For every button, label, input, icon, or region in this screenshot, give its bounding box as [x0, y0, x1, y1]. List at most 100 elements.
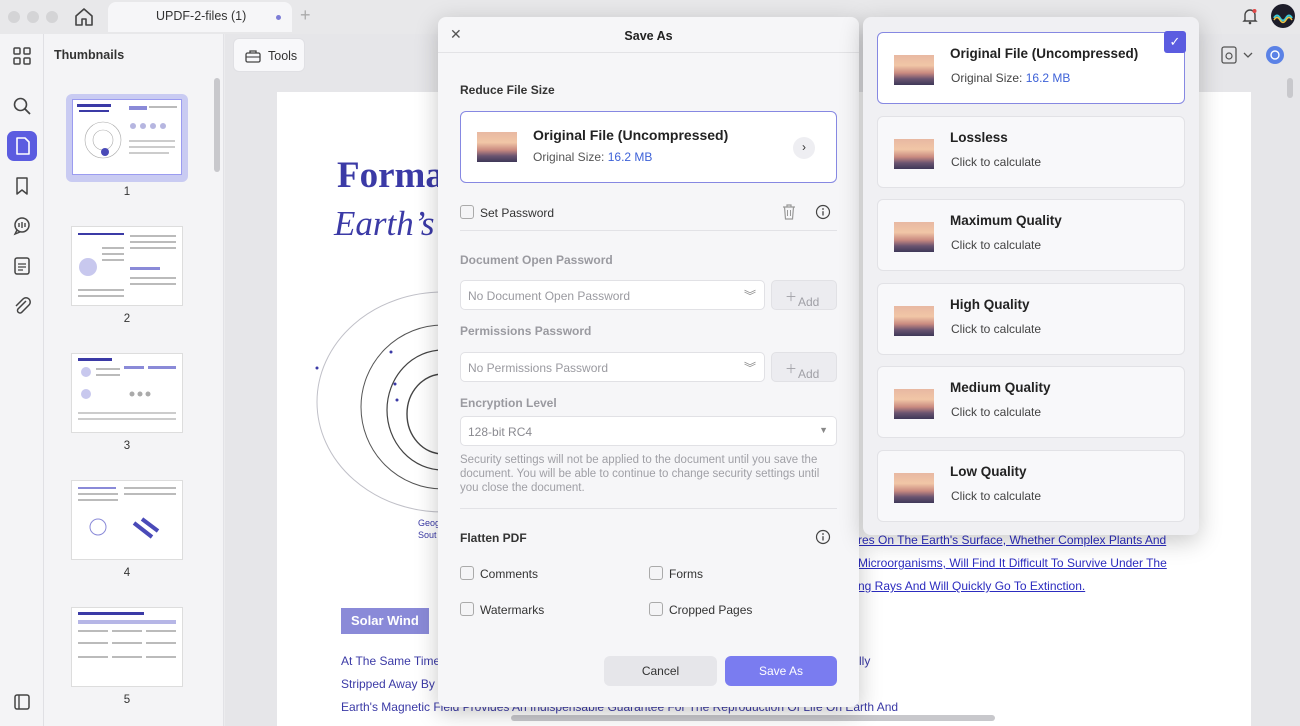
tab-title: UPDF-2-files (1)	[156, 9, 247, 23]
trash-icon[interactable]	[781, 203, 797, 221]
layers-icon[interactable]	[10, 690, 34, 714]
cancel-button[interactable]: Cancel	[604, 656, 717, 686]
tools-button[interactable]: Tools	[233, 38, 305, 72]
thumbnails-page-icon[interactable]	[7, 131, 37, 161]
quality-option-calc: Click to calculate	[951, 489, 1042, 503]
quality-option-low[interactable]: Low Quality Click to calculate	[877, 450, 1185, 522]
quality-option-size: Original Size: 16.2 MB	[951, 71, 1071, 85]
info-icon[interactable]	[815, 204, 831, 220]
save-as-button[interactable]: Save As	[725, 656, 837, 686]
permissions-password-label: Permissions Password	[460, 324, 592, 338]
watermarks-label: Watermarks	[480, 603, 545, 617]
chevron-down-icon: ︾	[743, 361, 756, 375]
diagram-label-line1: Geog	[418, 518, 441, 528]
paragraph-line1: At The Same Time,	[341, 654, 444, 668]
document-tab[interactable]: UPDF-2-files (1)	[108, 2, 292, 32]
open-password-label: Document Open Password	[460, 253, 613, 267]
home-icon[interactable]	[72, 5, 96, 29]
document-title-line1: Forma	[337, 155, 444, 196]
comments-checkbox[interactable]	[460, 566, 474, 580]
file-option-size: Original Size: 16.2 MB	[533, 150, 653, 164]
quality-option-name: Medium Quality	[950, 380, 1051, 395]
quality-option-calc: Click to calculate	[951, 155, 1042, 169]
divider	[460, 508, 837, 509]
quality-option-high[interactable]: High Quality Click to calculate	[877, 283, 1185, 355]
landscape-thumbnail-icon	[894, 222, 934, 252]
quality-option-name: Original File (Uncompressed)	[950, 46, 1139, 61]
divider	[460, 230, 837, 231]
bookmark-icon[interactable]	[10, 174, 34, 198]
new-tab-button[interactable]: +	[300, 5, 311, 26]
landscape-thumbnail-icon	[894, 306, 934, 336]
left-tool-rail	[0, 34, 44, 726]
info-icon[interactable]	[815, 529, 831, 545]
quality-option-name: Lossless	[950, 130, 1008, 145]
set-password-checkbox[interactable]	[460, 205, 474, 219]
thumbnails-scrollbar[interactable]	[214, 78, 220, 172]
quality-option-calc: Click to calculate	[951, 405, 1042, 419]
paragraph-line2: Stripped Away By F	[341, 677, 446, 691]
security-note: Security settings will not be applied to…	[460, 454, 820, 494]
landscape-thumbnail-icon	[477, 132, 517, 162]
page-number-4: 4	[123, 567, 131, 579]
flatten-pdf-label: Flatten PDF	[460, 531, 527, 545]
quality-option-calc: Click to calculate	[951, 322, 1042, 336]
thumbnails-panel: Thumbnails 1 2 3 4 5	[44, 34, 224, 726]
permissions-password-select[interactable]: No Permissions Password ︾	[460, 352, 765, 382]
document-horizontal-scrollbar[interactable]	[511, 715, 995, 721]
page-thumbnail-2[interactable]	[71, 226, 183, 306]
landscape-thumbnail-icon	[894, 55, 934, 85]
quality-option-name: Low Quality	[950, 464, 1027, 479]
set-password-label: Set Password	[480, 206, 555, 220]
chevron-right-icon[interactable]: ›	[793, 137, 815, 159]
minimize-window-button[interactable]	[27, 11, 39, 23]
page-thumbnail-4[interactable]	[71, 480, 183, 560]
encryption-level-select[interactable]: 128-bit RC4 ▼	[460, 416, 837, 446]
page-number-1: 1	[123, 186, 131, 198]
encryption-level-label: Encryption Level	[460, 396, 557, 410]
dropdown-arrow-icon: ▼	[819, 425, 828, 435]
document-info-icon[interactable]	[10, 254, 34, 278]
open-password-select[interactable]: No Document Open Password ︾	[460, 280, 765, 310]
page-thumbnail-5[interactable]	[71, 607, 183, 687]
link-line3[interactable]: ng Rays And Will Quickly Go To Extinctio…	[858, 579, 1085, 593]
quality-option-lossless[interactable]: Lossless Click to calculate	[877, 116, 1185, 188]
zoom-window-button[interactable]	[46, 11, 58, 23]
comments-icon[interactable]	[10, 214, 34, 238]
page-number-5: 5	[123, 694, 131, 706]
chevron-down-icon: ︾	[743, 289, 756, 303]
toolbox-icon	[245, 50, 261, 63]
unsaved-dot-icon	[276, 15, 281, 20]
page-number-2: 2	[123, 313, 131, 325]
save-as-dialog: ✕ Save As Reduce File Size Original File…	[438, 17, 859, 707]
document-title-line2: Earth’s	[334, 204, 435, 243]
quality-option-maximum[interactable]: Maximum Quality Click to calculate	[877, 199, 1185, 271]
forms-checkbox[interactable]	[649, 566, 663, 580]
attachment-icon[interactable]	[10, 294, 34, 318]
file-size-option-card[interactable]: Original File (Uncompressed) Original Si…	[460, 111, 837, 183]
quality-options-panel: Original File (Uncompressed) Original Si…	[863, 17, 1199, 535]
file-option-name: Original File (Uncompressed)	[533, 127, 729, 143]
quality-option-medium[interactable]: Medium Quality Click to calculate	[877, 366, 1185, 438]
add-permissions-password-button[interactable]: ＋ Add	[771, 352, 837, 382]
link-line1[interactable]: res On The Earth's Surface, Whether Comp…	[858, 533, 1166, 547]
quality-option-name: Maximum Quality	[950, 213, 1062, 228]
document-vertical-scrollbar[interactable]	[1287, 78, 1293, 98]
page-thumbnail-1[interactable]	[66, 94, 188, 182]
watermarks-checkbox[interactable]	[460, 602, 474, 616]
user-avatar[interactable]	[1271, 4, 1295, 28]
quality-option-original[interactable]: Original File (Uncompressed) Original Si…	[877, 31, 1186, 104]
page-thumbnail-3[interactable]	[71, 353, 183, 433]
close-window-button[interactable]	[8, 11, 20, 23]
right-toolbar	[1220, 44, 1290, 66]
search-icon[interactable]	[10, 94, 34, 118]
forms-label: Forms	[669, 567, 703, 581]
cropped-pages-checkbox[interactable]	[649, 602, 663, 616]
notification-bell-icon[interactable]	[1240, 6, 1260, 26]
diagram-label-line2: Sout	[418, 530, 437, 540]
add-open-password-button[interactable]: ＋ Add	[771, 280, 837, 310]
page-number-3: 3	[123, 440, 131, 452]
solar-wind-badge: Solar Wind	[341, 608, 429, 634]
grid-view-icon[interactable]	[10, 44, 34, 68]
link-line2[interactable]: Microorganisms, Will Find It Difficult T…	[858, 556, 1167, 570]
